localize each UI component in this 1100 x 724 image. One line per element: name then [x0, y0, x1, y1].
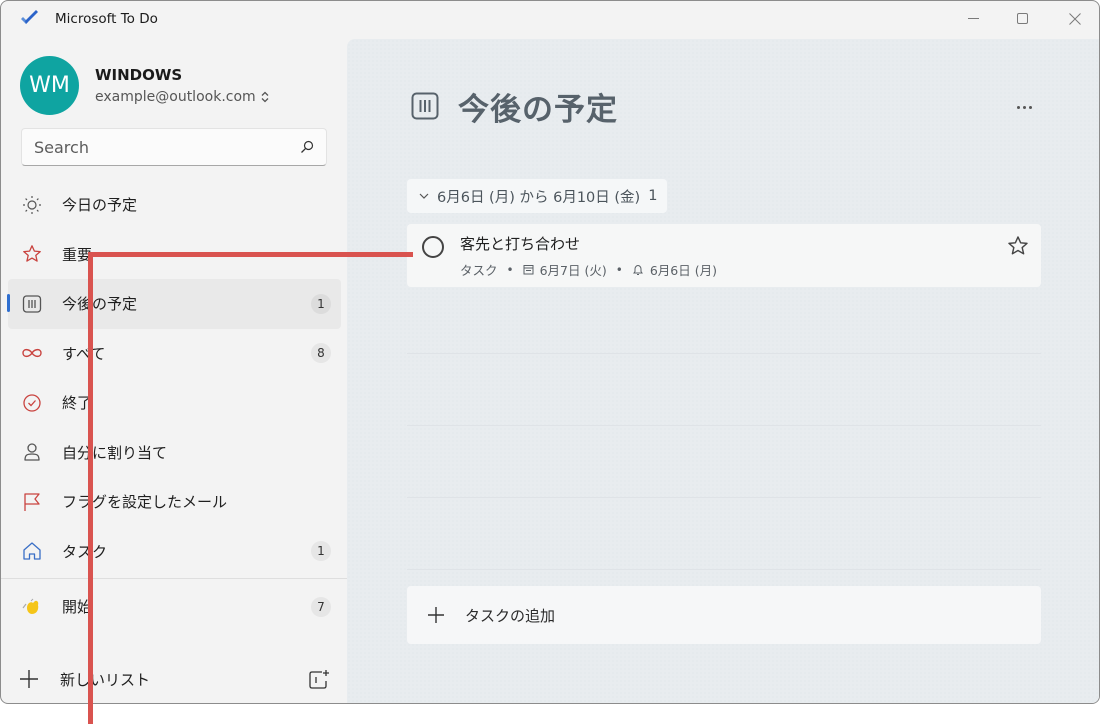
main-panel: 今後の予定 6月6日 (月) から 6月10日 (金) 1 客先と打ち合わせ タ…: [347, 39, 1099, 703]
more-dot: [1028, 105, 1032, 109]
sidebar-item-assigned[interactable]: 自分に割り当て: [1, 428, 347, 478]
bell-icon: [632, 264, 643, 275]
selected-indicator: [7, 294, 10, 312]
plus-icon: [428, 607, 444, 623]
todo-logo-icon: [21, 10, 38, 24]
app-title: Microsoft To Do: [55, 11, 158, 27]
empty-row-line: [407, 497, 1041, 498]
title-bar: Microsoft To Do: [1, 1, 1099, 39]
close-button[interactable]: [1052, 5, 1098, 33]
custom-lists: 開始 7: [1, 582, 347, 632]
sidebar-item-completed[interactable]: 終了: [1, 378, 347, 428]
sidebar-item-tasks[interactable]: タスク 1: [1, 527, 347, 577]
minimize-icon: [968, 18, 979, 19]
add-task-label: タスクの追加: [465, 606, 556, 625]
empty-row-line: [407, 425, 1041, 426]
count-badge: 1: [311, 541, 331, 562]
task-reminder: 6月6日 (月): [649, 263, 717, 278]
home-icon: [21, 540, 43, 562]
calendar-grid-icon: [21, 293, 43, 315]
infinity-icon: [21, 342, 43, 364]
sidebar-item-label: すべて: [62, 344, 106, 363]
plus-icon: [20, 670, 38, 688]
date-group-label: 6月6日 (月) から 6月10日 (金): [437, 189, 641, 206]
date-group-header[interactable]: 6月6日 (月) から 6月10日 (金) 1: [407, 179, 668, 213]
account-name: WINDOWS: [95, 66, 183, 84]
search-box[interactable]: [21, 128, 327, 166]
new-list-label: 新しいリスト: [60, 670, 151, 689]
sidebar-item-getting-started[interactable]: 開始 7: [1, 582, 347, 632]
date-group-count: 1: [648, 188, 658, 204]
avatar[interactable]: WM: [20, 56, 79, 115]
app-window: Microsoft To Do WM WINDOWS example@outlo…: [0, 0, 1100, 704]
sidebar-item-flagged[interactable]: フラグを設定したメール: [1, 477, 347, 527]
maximize-icon: [1017, 13, 1028, 24]
more-dot: [1016, 105, 1020, 109]
page-title: 今後の予定: [458, 92, 618, 128]
sidebar-item-my-day[interactable]: 今日の予定: [1, 180, 347, 230]
calendar-grid-icon: [411, 92, 439, 120]
star-icon: [21, 243, 43, 265]
empty-row-line: [407, 569, 1041, 570]
task-item[interactable]: 客先と打ち合わせ タスク • 6月7日 (火) • 6月6日 (月): [407, 224, 1041, 287]
chevron-up-down-icon: [261, 91, 269, 103]
count-badge: 7: [311, 596, 331, 617]
account-switcher[interactable]: example@outlook.com: [95, 89, 270, 105]
calendar-icon: [523, 265, 534, 275]
new-list-button[interactable]: 新しいリスト: [1, 654, 347, 703]
check-circle-icon: [21, 392, 43, 414]
add-task-input[interactable]: タスクの追加: [407, 586, 1041, 644]
sidebar-item-planned[interactable]: 今後の予定 1: [7, 279, 341, 329]
flag-icon: [21, 491, 43, 513]
new-group-icon[interactable]: [308, 668, 330, 690]
empty-row-line: [407, 353, 1041, 354]
separator-dot: •: [506, 262, 514, 277]
complete-task-checkbox[interactable]: [422, 236, 444, 258]
sidebar-item-all[interactable]: すべて 8: [1, 329, 347, 379]
task-list-name: タスク: [460, 263, 498, 278]
count-badge: 8: [311, 343, 331, 364]
search-icon[interactable]: [300, 140, 314, 154]
count-badge: 1: [311, 293, 331, 314]
smart-lists-nav: 今日の予定 重要 今後の予定 1 すべて 8 終了 自分に割り当て フラグを設定…: [1, 180, 347, 576]
sidebar-item-label: タスク: [62, 542, 108, 561]
task-due-date: 6月7日 (火): [539, 263, 607, 278]
search-input[interactable]: [34, 137, 300, 157]
sidebar-item-label: フラグを設定したメール: [62, 493, 228, 512]
more-dot: [1022, 105, 1026, 109]
more-options-button[interactable]: [1011, 97, 1037, 117]
sidebar-divider: [1, 578, 347, 579]
minimize-button[interactable]: [951, 5, 997, 33]
star-icon[interactable]: [1007, 235, 1029, 257]
annotation-line-vertical: [88, 252, 93, 724]
sidebar-item-label: 今後の予定: [62, 295, 138, 314]
maximize-button[interactable]: [1000, 5, 1046, 33]
sidebar-item-label: 自分に割り当て: [62, 443, 168, 462]
separator-dot: •: [615, 262, 623, 277]
sidebar: WM WINDOWS example@outlook.com 今日の予定 重要: [1, 39, 347, 703]
chevron-down-icon: [419, 193, 429, 199]
task-meta: タスク • 6月7日 (火) • 6月6日 (月): [460, 260, 717, 279]
close-icon: [1069, 13, 1081, 25]
task-title: 客先と打ち合わせ: [460, 235, 581, 253]
annotation-line-horizontal: [88, 252, 413, 257]
sidebar-item-label: 今日の予定: [62, 196, 138, 215]
waving-hand-icon: [21, 596, 43, 618]
person-icon: [21, 441, 43, 463]
sun-icon: [21, 194, 43, 216]
account-email: example@outlook.com: [95, 89, 256, 105]
